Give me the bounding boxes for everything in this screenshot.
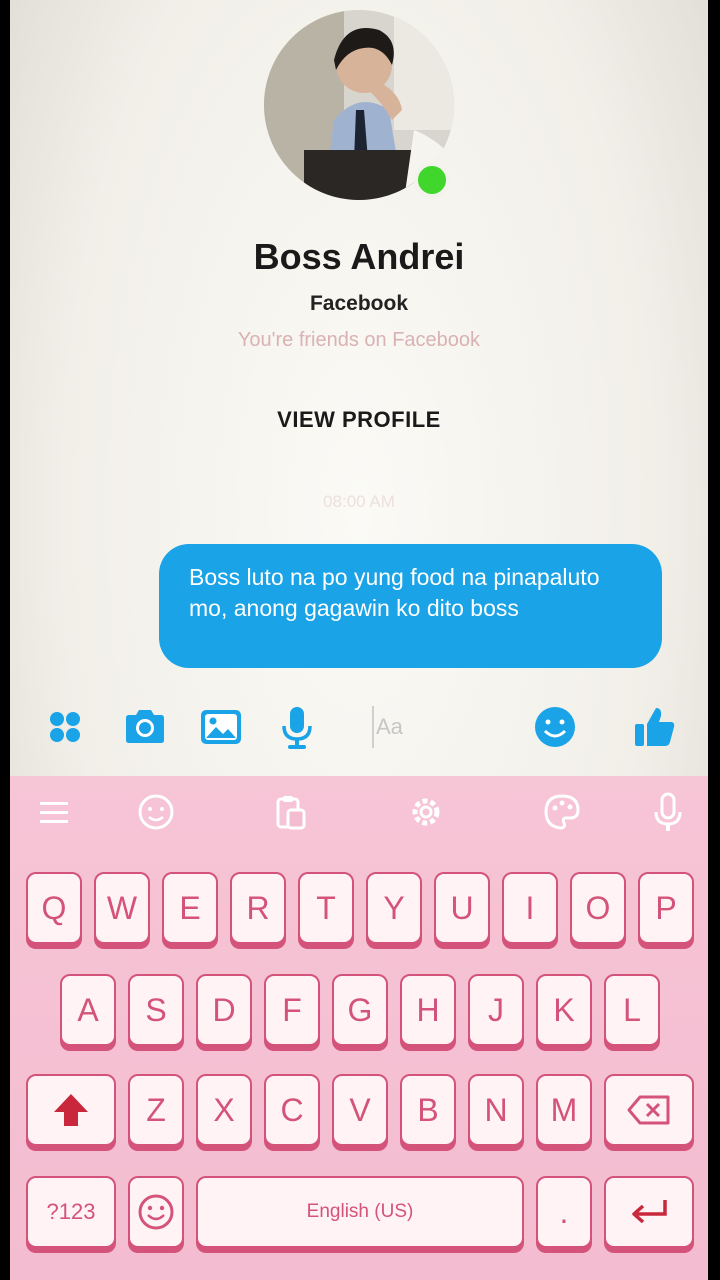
- sticker-icon[interactable]: [136, 792, 176, 832]
- backspace-icon: [627, 1095, 670, 1125]
- key-v[interactable]: V: [332, 1074, 388, 1146]
- enter-icon: [632, 1200, 667, 1224]
- key-p[interactable]: P: [638, 872, 694, 944]
- key-s[interactable]: S: [128, 974, 184, 1046]
- backspace-key[interactable]: [604, 1074, 694, 1146]
- key-t[interactable]: T: [298, 872, 354, 944]
- key-q[interactable]: Q: [26, 872, 82, 944]
- keyboard-emoji-icon: [138, 1194, 174, 1230]
- key-l[interactable]: L: [604, 974, 660, 1046]
- key-n[interactable]: N: [468, 1074, 524, 1146]
- enter-key[interactable]: [604, 1176, 694, 1248]
- key-m[interactable]: M: [536, 1074, 592, 1146]
- key-a[interactable]: A: [60, 974, 116, 1046]
- message-input[interactable]: [372, 706, 522, 748]
- space-key[interactable]: English (US): [196, 1176, 524, 1248]
- apps-icon[interactable]: [42, 704, 88, 750]
- key-h[interactable]: H: [400, 974, 456, 1046]
- key-u[interactable]: U: [434, 872, 490, 944]
- key-g[interactable]: G: [332, 974, 388, 1046]
- menu-icon[interactable]: [34, 792, 74, 832]
- view-profile-button[interactable]: VIEW PROFILE: [229, 400, 489, 440]
- key-f[interactable]: F: [264, 974, 320, 1046]
- online-status-indicator: [414, 162, 450, 198]
- key-k[interactable]: K: [536, 974, 592, 1046]
- period-key[interactable]: .: [536, 1176, 592, 1248]
- key-z[interactable]: Z: [128, 1074, 184, 1146]
- thumbs-up-icon[interactable]: [632, 704, 678, 750]
- keyboard-toolbar: [10, 776, 708, 848]
- camera-icon[interactable]: [122, 704, 168, 750]
- friendship-status: You're friends on Facebook: [237, 329, 481, 351]
- outgoing-message-bubble[interactable]: Boss luto na po yung food na pinapaluto …: [159, 544, 662, 668]
- key-r[interactable]: R: [230, 872, 286, 944]
- theme-icon[interactable]: [542, 792, 582, 832]
- key-j[interactable]: J: [468, 974, 524, 1046]
- key-d[interactable]: D: [196, 974, 252, 1046]
- messenger-screen: Boss Andrei Facebook You're friends on F…: [10, 0, 708, 1280]
- shift-icon: [54, 1094, 88, 1126]
- gallery-icon[interactable]: [198, 704, 244, 750]
- shift-key[interactable]: [26, 1074, 116, 1146]
- emoji-icon[interactable]: [532, 704, 578, 750]
- message-composer: [10, 696, 708, 758]
- microphone-icon[interactable]: [274, 704, 320, 750]
- message-timestamp: 08:00 AM: [323, 492, 395, 511]
- key-b[interactable]: B: [400, 1074, 456, 1146]
- emoji-key[interactable]: [128, 1176, 184, 1248]
- key-x[interactable]: X: [196, 1074, 252, 1146]
- settings-icon[interactable]: [406, 792, 446, 832]
- keyboard-microphone-icon[interactable]: [648, 792, 688, 832]
- contact-source: Facebook: [309, 292, 409, 315]
- key-w[interactable]: W: [94, 872, 150, 944]
- symbols-key[interactable]: ?123: [26, 1176, 116, 1248]
- onscreen-keyboard: Q W E R T Y U I O P A S D F G H J K L Z …: [10, 776, 708, 1280]
- key-y[interactable]: Y: [366, 872, 422, 944]
- key-o[interactable]: O: [570, 872, 626, 944]
- clipboard-icon[interactable]: [270, 792, 310, 832]
- contact-name: Boss Andrei: [253, 236, 465, 277]
- key-c[interactable]: C: [264, 1074, 320, 1146]
- key-e[interactable]: E: [162, 872, 218, 944]
- key-i[interactable]: I: [502, 872, 558, 944]
